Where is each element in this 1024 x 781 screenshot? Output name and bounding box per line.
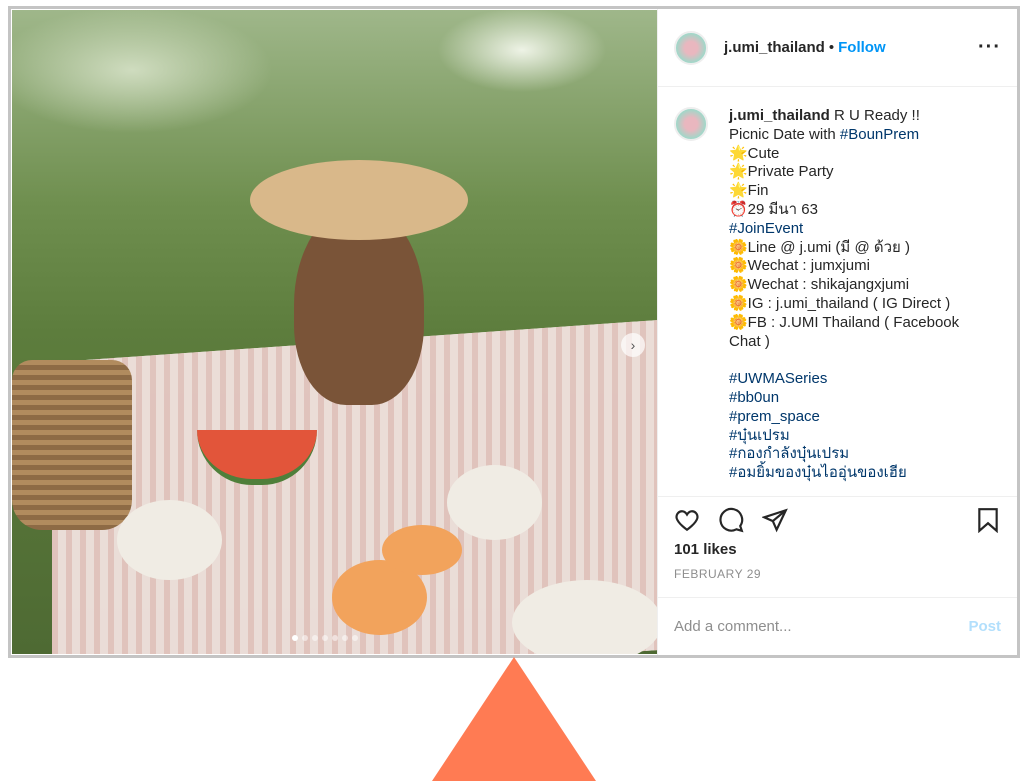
caption-line: 🌟Cute	[729, 144, 780, 162]
pointer-arrow-icon	[432, 657, 596, 781]
caption-line: 🌟Fin	[729, 182, 769, 200]
instagram-post: › j.umi_thailand • Follow ··· j.umi_thai…	[8, 6, 1020, 658]
follow-button[interactable]: Follow	[838, 39, 886, 56]
hashtag-link[interactable]: #bb0un	[729, 389, 779, 406]
avatar[interactable]	[674, 30, 708, 65]
caption-line: 🌼Wechat : shikajangxjumi	[729, 276, 910, 294]
hashtag-link[interactable]: #JoinEvent	[729, 220, 803, 237]
fruit-bowl	[447, 465, 542, 540]
bookmark-icon[interactable]	[975, 507, 1001, 533]
ellipsis-icon[interactable]: ···	[978, 36, 1001, 59]
caption-line: 🌼Line @ j.umi (มี @ ด้วย )	[729, 238, 910, 256]
caption-line: 🌼IG : j.umi_thailand ( IG Direct )	[729, 294, 951, 312]
caption-line: R U Ready !!	[834, 107, 920, 124]
comment-icon[interactable]	[718, 507, 744, 533]
avatar[interactable]	[674, 107, 708, 141]
grapefruit	[382, 525, 462, 575]
carousel-next-button[interactable]: ›	[621, 333, 645, 357]
post-date[interactable]: FEBRUARY 29	[658, 558, 1017, 581]
post-button[interactable]: Post	[968, 618, 1001, 635]
hashtag-link[interactable]: #อมยิ้มของบุ๋นไออุ่นของเฮีย	[729, 464, 907, 481]
action-bar	[658, 497, 1017, 533]
likes-count[interactable]: 101 likes	[658, 533, 1017, 558]
comment-input[interactable]: Add a comment...	[674, 618, 792, 635]
straw-hat	[250, 160, 468, 240]
caption-line: 🌼Wechat : jumxjumi	[729, 257, 870, 275]
post-photo[interactable]: ›	[12, 10, 657, 654]
post-sidebar: j.umi_thailand • Follow ··· j.umi_thaila…	[657, 9, 1017, 655]
separator: •	[828, 39, 835, 56]
caption-line: Picnic Date with	[729, 125, 840, 143]
wicker-basket	[12, 360, 132, 530]
carousel-dots	[292, 635, 358, 641]
caption: j.umi_thailand R U Ready !! Picnic Date …	[658, 87, 1017, 497]
hashtag-link[interactable]: #prem_space	[729, 408, 820, 425]
hashtag-link[interactable]: #UWMASeries	[729, 370, 827, 387]
share-icon[interactable]	[762, 507, 788, 533]
post-header: j.umi_thailand • Follow ···	[658, 9, 1017, 87]
caption-username[interactable]: j.umi_thailand	[729, 107, 830, 124]
caption-text: j.umi_thailand R U Ready !! Picnic Date …	[729, 107, 979, 481]
hashtag-link[interactable]: #BounPrem	[840, 126, 919, 143]
caption-line: ⏰29 มีนา 63	[729, 200, 818, 218]
caption-line: 🌟Private Party	[729, 163, 834, 181]
hashtag-link[interactable]: #บุ๋นเปรม	[729, 427, 790, 444]
chips-bowl	[117, 500, 222, 580]
username-link[interactable]: j.umi_thailand	[724, 39, 825, 56]
bread-plate	[512, 580, 657, 654]
heart-icon[interactable]	[674, 507, 700, 533]
caption-line: 🌼FB : J.UMI Thailand ( Facebook Chat )	[729, 313, 964, 350]
hashtag-link[interactable]: #กองกำลังบุ๋นเปรม	[729, 445, 849, 462]
comment-box: Add a comment... Post	[658, 597, 1017, 655]
